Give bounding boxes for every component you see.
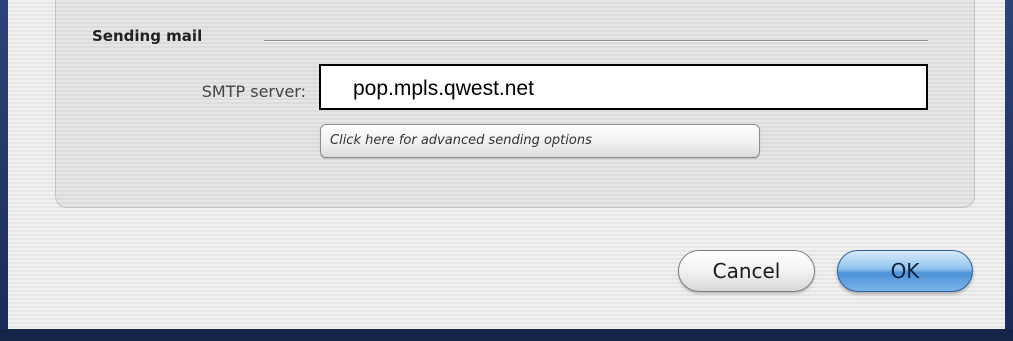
desktop-background-right bbox=[1005, 0, 1013, 341]
advanced-sending-options-label: Click here for advanced sending options bbox=[330, 133, 592, 148]
smtp-server-input[interactable]: pop.mpls.qwest.net bbox=[319, 64, 928, 110]
desktop-background-left bbox=[0, 0, 8, 341]
sending-mail-heading: Sending mail bbox=[92, 27, 203, 45]
section-divider bbox=[264, 40, 928, 42]
ok-button[interactable]: OK bbox=[837, 250, 973, 292]
smtp-server-label: SMTP server: bbox=[201, 82, 306, 101]
cancel-button[interactable]: Cancel bbox=[678, 250, 815, 292]
desktop-background-bottom bbox=[0, 329, 1013, 341]
advanced-sending-options-button[interactable]: Click here for advanced sending options bbox=[320, 124, 760, 158]
smtp-server-value: pop.mpls.qwest.net bbox=[353, 77, 534, 100]
